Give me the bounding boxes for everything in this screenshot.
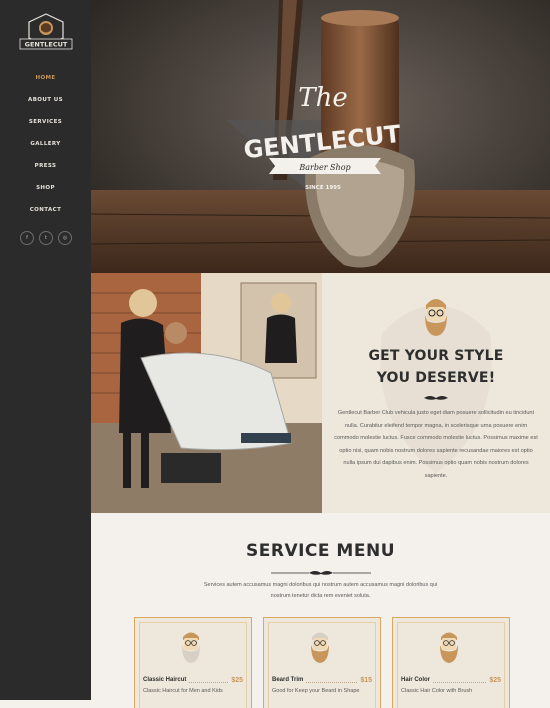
service-price: $25 [489, 676, 501, 684]
nav-item-about-us[interactable]: ABOUT US [0, 95, 91, 117]
hero-banner: The GENTLECUT Barber Shop SINCE 1995 [91, 0, 550, 273]
service-name: Hair Color [401, 677, 431, 683]
facebook-icon[interactable]: f [20, 231, 34, 245]
brand-logo[interactable]: GENTLECUT [17, 12, 75, 56]
mustache-icon [424, 396, 448, 400]
service-card-classic-haircut[interactable]: Classic Haircut $25 Classic Haircut for … [134, 617, 252, 708]
about-section: GET YOUR STYLE YOU DESERVE! Gentlecut Ba… [91, 273, 550, 513]
social-links: f t ◎ [20, 231, 72, 245]
haircut-face-icon [182, 632, 200, 663]
services-section: SERVICE MENU Services autem accusamus ma… [91, 513, 550, 708]
mustache-divider-icon [271, 571, 371, 575]
services-title: SERVICE MENU [246, 541, 395, 561]
about-body-text: Gentlecut Barber Club vehicula justo ege… [334, 410, 538, 479]
service-card-hair-color[interactable]: Hair Color $25 Classic Hair Color with B… [392, 617, 510, 708]
service-card-beard-trim[interactable]: Beard Trim $15 Good for Keep your Beard … [263, 617, 381, 708]
instagram-icon[interactable]: ◎ [58, 231, 72, 245]
about-heading: GET YOUR STYLE YOU DESERVE! [322, 345, 550, 389]
about-heading-line-1: GET YOUR STYLE [368, 348, 504, 364]
service-price: $25 [231, 676, 243, 684]
nav-item-press[interactable]: PRESS [0, 161, 91, 183]
service-desc: Good for Keep your Beard in Shape [272, 688, 360, 694]
nav-item-shop[interactable]: SHOP [0, 183, 91, 205]
services-subtitle: Services autem accusamus magni doloribus… [203, 582, 438, 599]
twitter-icon[interactable]: t [39, 231, 53, 245]
card-price-row: Beard Trim $15 [272, 675, 372, 685]
barber-photo [91, 273, 322, 513]
brand-name: GENTLECUT [25, 41, 68, 49]
nav-item-services[interactable]: SERVICES [0, 117, 91, 139]
barber-face-icon [425, 299, 447, 336]
dotted-leader [306, 677, 358, 683]
hair-color-face-icon [440, 632, 458, 663]
main-nav: HOME ABOUT US SERVICES GALLERY PRESS SHO… [0, 73, 91, 227]
nav-item-home[interactable]: HOME [0, 73, 91, 95]
nav-item-contact[interactable]: CONTACT [0, 205, 91, 227]
hero-ribbon: Barber Shop [298, 163, 350, 172]
hero-image: The GENTLECUT Barber Shop SINCE 1995 [91, 0, 550, 273]
service-name: Classic Haircut [143, 677, 187, 683]
about-heading-line-2: YOU DESERVE! [376, 370, 496, 386]
dotted-leader [433, 677, 487, 683]
service-name: Beard Trim [272, 677, 304, 683]
hero-since: SINCE 1995 [305, 185, 341, 191]
beard-face-icon [311, 632, 329, 663]
service-desc: Classic Haircut for Men and Kids [143, 688, 223, 694]
hero-script-title: The [298, 83, 347, 113]
dotted-leader [189, 677, 229, 683]
sidebar: GENTLECUT HOME ABOUT US SERVICES GALLERY… [0, 0, 91, 700]
card-price-row: Classic Haircut $25 [143, 675, 243, 685]
service-desc: Classic Hair Color with Brush [401, 688, 473, 694]
nav-item-gallery[interactable]: GALLERY [0, 139, 91, 161]
about-text-panel: GET YOUR STYLE YOU DESERVE! Gentlecut Ba… [322, 273, 550, 513]
service-price: $15 [360, 676, 372, 684]
card-price-row: Hair Color $25 [401, 675, 501, 685]
